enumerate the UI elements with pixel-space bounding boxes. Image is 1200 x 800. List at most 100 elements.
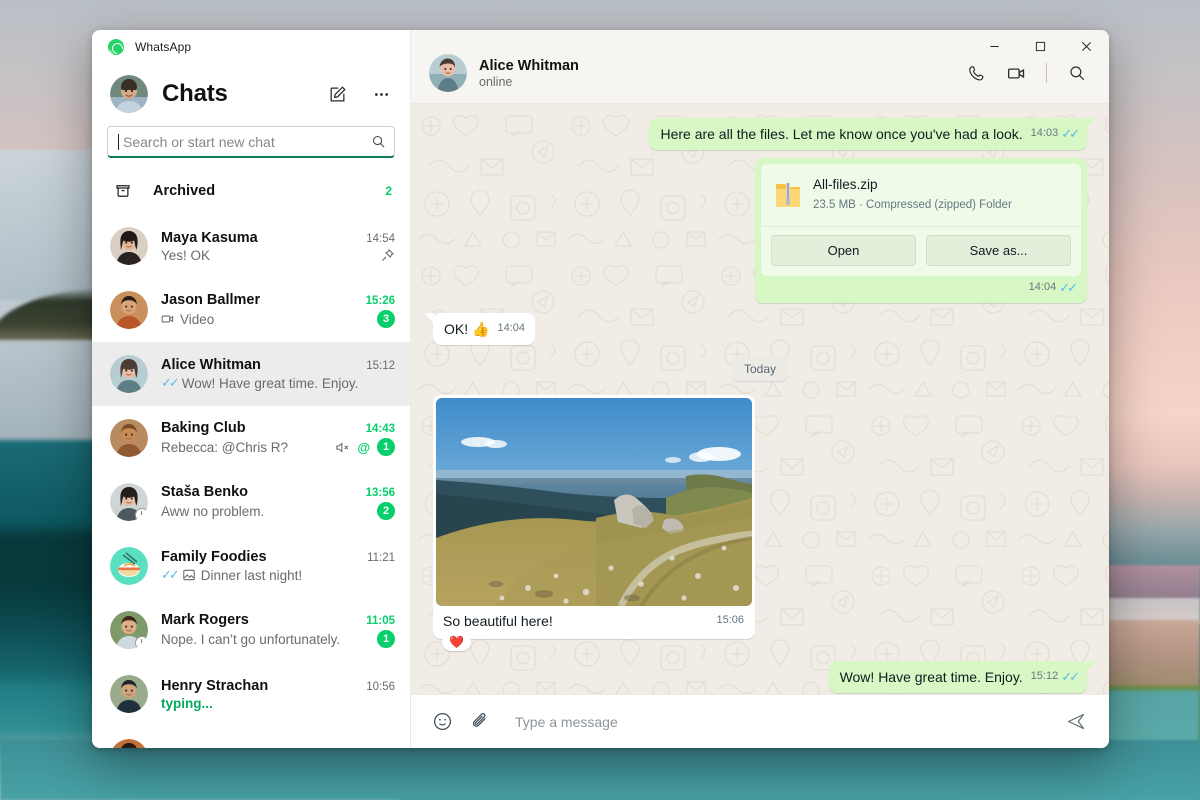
chat-list-item[interactable]: Mark Rogers 11:05 Nope. I can’t go unfortu…	[92, 598, 410, 662]
chat-preview-label: Wow! Have great time. Enjoy.	[181, 375, 359, 391]
chat-preview-label: Video	[180, 311, 215, 327]
chat-list-item[interactable]: Alice Whitman 15:12 ✓✓ Wow! Have great time…	[92, 342, 410, 406]
chat-item-bottom-row: Aww no problem. 2	[161, 502, 395, 520]
message-row: OK! 👍 14:04	[425, 313, 1087, 345]
chat-timestamp: 15:12	[366, 360, 395, 372]
chat-item-meta: 3	[377, 310, 395, 328]
chat-list-item[interactable]: Dawn Jones8:32	[92, 726, 410, 748]
status-clock-icon	[135, 508, 148, 521]
reaction-badge[interactable]: ❤️	[442, 633, 471, 651]
chat-item-bottom-row: Video 3	[161, 310, 395, 328]
conversation-pane: Alice Whitman online Here are all the fi…	[411, 30, 1109, 748]
chat-item-top-row: Family Foodies 11:21	[161, 549, 395, 565]
chat-preview-label: Dinner last night!	[200, 567, 303, 583]
message-list[interactable]: Here are all the files. Let me know once…	[411, 104, 1109, 694]
chat-item-content: Mark Rogers 11:05 Nope. I can’t go unfortu…	[161, 612, 395, 648]
chat-item-meta: 2	[377, 502, 395, 520]
unread-count-badge: 3	[377, 310, 395, 328]
chat-item-meta: @1	[335, 438, 395, 456]
message-text: Here are all the files. Let me know once…	[660, 126, 1023, 142]
message-bubble-image[interactable]: So beautiful here! 15:06 ❤️	[433, 395, 755, 651]
sidebar-item-archived[interactable]: Archived 2	[92, 168, 410, 214]
chat-item-top-row: Jason Ballmer 15:26	[161, 292, 395, 308]
action-divider	[1046, 63, 1047, 83]
message-meta: 14:04	[497, 319, 525, 339]
mention-icon: @	[357, 439, 370, 455]
contact-name: Alice Whitman	[479, 57, 579, 74]
chat-timestamp: 15:26	[365, 295, 395, 307]
chat-item-bottom-row: ✓✓ Wow! Have great time. Enjoy.	[161, 375, 395, 391]
message-meta: 14:04 ✓✓	[761, 276, 1081, 300]
chat-avatar	[110, 419, 148, 457]
unread-count-badge: 2	[377, 502, 395, 520]
image-caption: So beautiful here! 15:06	[436, 606, 752, 636]
message-time: 14:04	[497, 322, 525, 334]
chat-timestamp: 11:21	[367, 552, 395, 564]
chats-header: Chats	[92, 64, 410, 120]
chat-contact-name: Baking Club	[161, 420, 246, 436]
chat-avatar	[110, 483, 148, 521]
date-divider: Today	[433, 357, 1087, 381]
compose-icon[interactable]	[322, 79, 352, 109]
message-row: Here are all the files. Let me know once…	[433, 118, 1095, 150]
zip-file-icon	[775, 180, 801, 210]
pin-icon	[380, 248, 395, 263]
muted-icon	[335, 440, 350, 455]
chat-item-content: Baking Club 14:43 Rebecca: @Chris R? @1	[161, 420, 395, 456]
chat-preview-label: Nope. I can’t go unfortunately.	[161, 631, 341, 647]
close-button[interactable]	[1063, 30, 1109, 62]
sidebar: WhatsApp Chats Search or start new chat …	[92, 30, 411, 748]
message-input[interactable]	[515, 713, 1055, 730]
chat-item-top-row: Alice Whitman 15:12	[161, 357, 395, 373]
file-name: All-files.zip	[813, 177, 878, 192]
contact-avatar[interactable]	[429, 54, 467, 92]
message-row: All-files.zip 23.5 MB · Compressed (zipp…	[433, 158, 1087, 303]
message-text: OK! 👍	[444, 321, 490, 337]
chat-timestamp: 13:56	[365, 487, 395, 499]
chat-list-item[interactable]: Staša Benko 13:56 Aww no problem. 2	[92, 470, 410, 534]
read-receipt-icon: ✓✓	[161, 375, 180, 390]
search-input[interactable]	[123, 133, 365, 150]
chat-contact-name: Alice Whitman	[161, 357, 261, 373]
search-box[interactable]	[107, 126, 395, 158]
search-icon[interactable]	[371, 134, 386, 149]
window-controls	[971, 30, 1109, 62]
message-bubble-incoming[interactable]: OK! 👍 14:04	[425, 313, 535, 345]
message-bubble-outgoing[interactable]: Here are all the files. Let me know once…	[649, 118, 1095, 150]
minimize-button[interactable]	[971, 30, 1017, 62]
message-row: So beautiful here! 15:06 ❤️	[433, 395, 1087, 651]
chat-preview-label: Yes! OK	[161, 247, 211, 263]
unread-count-badge: 1	[377, 630, 395, 648]
chat-preview-text: Aww no problem.	[161, 504, 372, 519]
maximize-button[interactable]	[1017, 30, 1063, 62]
archived-count: 2	[385, 184, 392, 198]
save-as-button[interactable]: Save as...	[926, 235, 1071, 266]
chat-preview-text: ✓✓ Dinner last night!	[161, 567, 390, 583]
chat-list-item[interactable]: Henry Strachan 10:56 typing...	[92, 662, 410, 726]
emoji-icon[interactable]	[425, 705, 459, 739]
chat-preview-text: typing...	[161, 696, 390, 711]
chat-list[interactable]: Maya Kasuma 14:54 Yes! OK Jason Ballmer 15:2…	[92, 214, 410, 748]
message-bubble-file[interactable]: All-files.zip 23.5 MB · Compressed (zipp…	[755, 158, 1087, 303]
chat-list-item[interactable]: Baking Club 14:43 Rebecca: @Chris R? @1	[92, 406, 410, 470]
more-options-icon[interactable]	[366, 79, 396, 109]
attachment-clip-icon[interactable]	[463, 705, 497, 739]
chat-preview-text: Rebecca: @Chris R?	[161, 440, 330, 455]
message-row: Wow! Have great time. Enjoy. 15:12 ✓✓	[433, 661, 1096, 693]
send-icon[interactable]	[1059, 705, 1093, 739]
open-file-button[interactable]: Open	[771, 235, 916, 266]
photo-attachment[interactable]	[436, 398, 752, 606]
whatsapp-logo-icon	[108, 39, 124, 55]
message-meta: 15:06	[716, 611, 744, 631]
chat-list-item[interactable]: Family Foodies 11:21 ✓✓ Dinner last night!	[92, 534, 410, 598]
chat-avatar	[110, 739, 148, 748]
chat-list-item[interactable]: Maya Kasuma 14:54 Yes! OK	[92, 214, 410, 278]
chat-list-item[interactable]: Jason Ballmer 15:26 Video 3	[92, 278, 410, 342]
chat-item-bottom-row: ✓✓ Dinner last night!	[161, 567, 395, 583]
message-time: 14:04	[1028, 281, 1057, 293]
profile-avatar[interactable]	[110, 75, 148, 113]
chat-timestamp: 14:43	[365, 423, 395, 435]
chat-item-top-row: Maya Kasuma 14:54	[161, 230, 395, 246]
message-bubble-outgoing[interactable]: Wow! Have great time. Enjoy. 15:12 ✓✓	[828, 661, 1096, 693]
text-caret	[118, 133, 119, 150]
